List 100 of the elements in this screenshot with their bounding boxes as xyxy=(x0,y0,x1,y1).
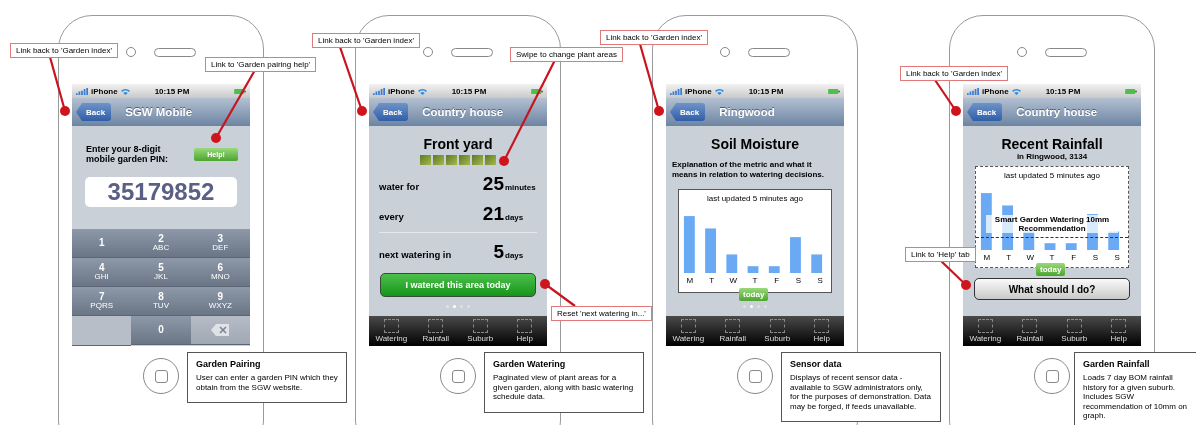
tab-placeholder-icon xyxy=(517,319,533,333)
photo-placeholder xyxy=(433,155,444,165)
keypad-key[interactable]: 7 PQRS xyxy=(72,287,132,316)
schedule-value: 21 xyxy=(482,203,504,225)
back-button[interactable]: Back xyxy=(967,103,1003,121)
keypad-key[interactable]: 6 MNO xyxy=(190,258,250,287)
tab-item[interactable]: Watering xyxy=(963,316,1008,346)
note-title: Garden Pairing xyxy=(196,359,262,369)
note-text: Displays of recent sensor data - available to SGW administrators only, for the purposes of demonstration. Data may be forged, if feeds unavailable. xyxy=(790,373,932,412)
status-time: 10:15 PM xyxy=(748,86,784,96)
tab-placeholder-icon xyxy=(1022,319,1038,333)
callout-label: Reset 'next watering in...' xyxy=(551,306,652,321)
status-time: 10:15 PM xyxy=(451,86,487,96)
tab-item[interactable]: Rainfall xyxy=(1007,316,1052,346)
pin-field[interactable]: 35179852 xyxy=(85,176,237,207)
day-label: T xyxy=(1048,253,1056,262)
tab-placeholder-icon xyxy=(977,319,993,333)
watered-button[interactable]: I watered this area today xyxy=(380,273,536,297)
keypad-key[interactable]: 2 ABC xyxy=(131,229,191,258)
schedule-value: 5 xyxy=(493,241,504,263)
screen-heading: Soil Moisture xyxy=(711,136,799,152)
delete-key[interactable] xyxy=(190,316,250,345)
day-label: M xyxy=(685,276,695,285)
leader-line xyxy=(48,56,70,116)
day-label: F xyxy=(773,276,781,285)
note-text: Loads 7 day BOM rainfall history for a given suburb. Includes SGW recommendation of 10mm on graph. xyxy=(1083,373,1188,421)
tab-item[interactable]: Help xyxy=(1096,316,1141,346)
schedule-unit: days xyxy=(504,251,525,260)
tab-placeholder-icon xyxy=(1066,319,1082,333)
schedule-unit: minutes xyxy=(504,183,537,192)
blank-key xyxy=(72,316,132,346)
recommendation-label: Smart Garden Watering 10mm Recommendation xyxy=(986,215,1118,234)
day-label: T xyxy=(751,276,759,285)
signal-icon xyxy=(967,87,979,95)
callout-label: Swipe to change plant areas xyxy=(510,47,623,62)
tab-item[interactable]: Rainfall xyxy=(710,316,755,346)
signal-icon xyxy=(373,87,385,95)
page-dot[interactable] xyxy=(453,305,456,308)
tab-placeholder-icon xyxy=(1111,319,1127,333)
tab-item[interactable]: Suburb xyxy=(1052,316,1097,346)
battery-icon xyxy=(828,88,840,94)
note-text: Paginated view of plant areas for a given garden, along with basic watering schedule data. xyxy=(493,373,635,402)
tab-item[interactable]: Watering xyxy=(666,316,711,346)
tab-item[interactable]: Help xyxy=(502,316,547,346)
back-button[interactable]: Back xyxy=(373,103,409,121)
tab-placeholder-icon xyxy=(472,319,488,333)
today-badge: today xyxy=(1036,263,1066,276)
day-label: W xyxy=(1025,253,1036,262)
callout-label: Link back to 'Garden index' xyxy=(600,30,708,45)
callout-label: Link back to 'Garden index' xyxy=(10,43,118,58)
callout-label: Link back to 'Garden index' xyxy=(312,33,420,48)
back-button[interactable]: Back xyxy=(76,103,112,121)
battery-icon xyxy=(1125,88,1137,94)
tab-item[interactable]: Suburb xyxy=(458,316,503,346)
last-updated-label: last updated 5 minutes ago xyxy=(706,194,804,203)
chart-bar xyxy=(1065,243,1077,250)
tab-item[interactable]: Help xyxy=(799,316,844,346)
carrier-label: iPhone xyxy=(685,86,712,96)
chart-bar xyxy=(726,254,738,273)
photo-placeholder xyxy=(459,155,470,165)
tab-item[interactable]: Suburb xyxy=(755,316,800,346)
keypad-key[interactable]: 1 xyxy=(72,229,132,258)
location-subheading: in Ringwood, 3134 xyxy=(1016,152,1088,161)
wifi-icon xyxy=(714,87,724,95)
pin-prompt: Enter your 8-digit mobile garden PIN: xyxy=(86,144,169,165)
day-label: M xyxy=(982,253,992,262)
schedule-unit: days xyxy=(504,213,525,222)
keypad-key[interactable]: 8 TUV xyxy=(131,287,191,316)
what-should-i-do-button[interactable]: What should I do? xyxy=(974,278,1130,300)
chart-bar xyxy=(790,237,801,273)
keypad-key[interactable]: 9 WXYZ xyxy=(190,287,250,316)
leader-line xyxy=(939,259,971,290)
leader-line xyxy=(338,46,367,116)
note-title: Garden Rainfall xyxy=(1083,359,1151,369)
leader-line xyxy=(540,279,576,307)
day-label: T xyxy=(1005,253,1012,262)
keypad-key[interactable]: 0 xyxy=(131,316,191,345)
tab-item[interactable]: Watering xyxy=(369,316,414,346)
keypad-key[interactable]: 5 JKL xyxy=(131,258,191,287)
chart-bar xyxy=(1108,231,1120,250)
photo-placeholder xyxy=(446,155,457,165)
schedule-label: next watering in xyxy=(379,249,453,260)
day-label: S xyxy=(816,276,824,285)
status-time: 10:15 PM xyxy=(1045,86,1081,96)
carrier-label: iPhone xyxy=(982,86,1009,96)
note-title: Garden Watering xyxy=(493,359,567,369)
tab-item[interactable]: Rainfall xyxy=(413,316,458,346)
day-label: S xyxy=(794,276,803,285)
chart-bar xyxy=(1044,243,1056,250)
back-button[interactable]: Back xyxy=(670,103,706,121)
tab-placeholder-icon xyxy=(680,319,696,333)
tab-placeholder-icon xyxy=(383,319,399,333)
page-dot[interactable] xyxy=(750,305,753,308)
keypad-key[interactable]: 4 GHI xyxy=(72,258,132,287)
keypad-key[interactable]: 3 DEF xyxy=(190,229,250,258)
wifi-icon xyxy=(120,87,130,95)
backspace-icon xyxy=(211,324,230,336)
callout-label: Link back to 'Garden index' xyxy=(900,66,1008,81)
tab-placeholder-icon xyxy=(725,319,741,333)
screen-title: SGW Mobile xyxy=(125,106,193,118)
